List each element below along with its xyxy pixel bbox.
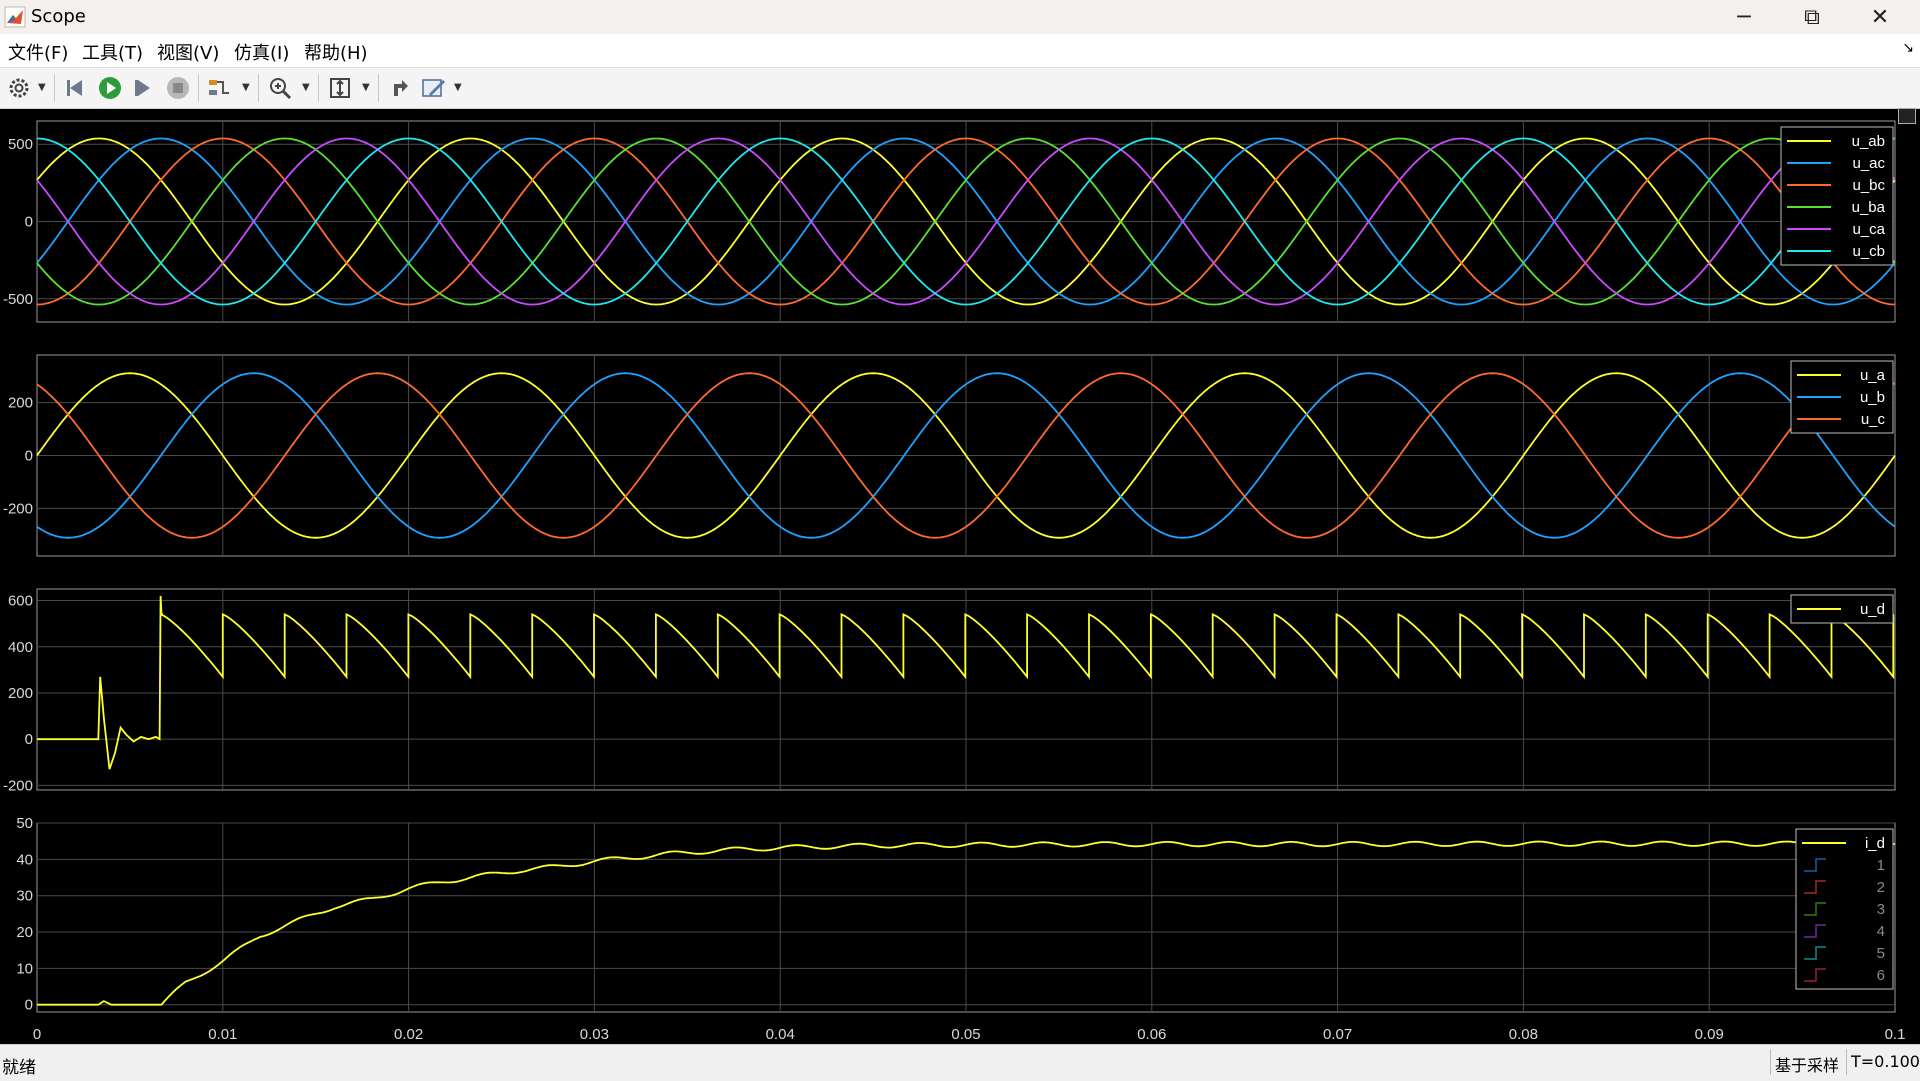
legend-label-4: 4 (1877, 923, 1885, 940)
zoom-in-icon[interactable] (266, 73, 294, 103)
y-tick-label: -200 (3, 500, 33, 517)
y-tick-label: 0 (25, 214, 33, 231)
window-title: Scope (31, 6, 86, 27)
y-tick-label: 0 (25, 731, 33, 748)
undock-icon[interactable] (1898, 108, 1916, 124)
chevron-down-icon[interactable]: ▼ (38, 82, 46, 93)
y-tick-label: 400 (8, 639, 33, 656)
legend-label-u_c: u_c (1861, 411, 1886, 428)
close-button[interactable]: ✕ (1848, 0, 1912, 34)
toolbar-separator (318, 74, 319, 102)
menu-tools[interactable]: 工具(T) (82, 39, 143, 65)
x-tick-label: 0.07 (1323, 1026, 1352, 1043)
y-tick-label: 50 (16, 815, 33, 832)
status-text: 就绪 (2, 1058, 36, 1078)
signal-trigger-icon[interactable] (206, 73, 234, 103)
legend-label-u_ba: u_ba (1852, 199, 1886, 216)
legend-label-u_ab: u_ab (1852, 133, 1885, 150)
menu-bar: 文件(F) 工具(T) 视图(V) 仿真(I) 帮助(H) ↘ (0, 34, 1920, 66)
y-tick-label: 0 (25, 997, 33, 1014)
x-tick-label: 0.05 (951, 1026, 980, 1043)
toolbar-separator (258, 74, 259, 102)
sample-mode-label: 基于采样 (1770, 1049, 1846, 1075)
step-forward-icon[interactable] (130, 73, 158, 103)
legend-label-1: 1 (1877, 857, 1885, 874)
scope-plot-area[interactable]: 500 0 -500 u_ab u_ac u_bc u_ba u_ca u_cb 200 0 -200… (0, 109, 1920, 1044)
chevron-down-icon[interactable]: ▼ (242, 82, 250, 93)
menu-file[interactable]: 文件(F) (8, 39, 68, 65)
legend-label-u_cb: u_cb (1852, 243, 1885, 260)
y-tick-label: 30 (16, 888, 33, 905)
legend-label-u_bc: u_bc (1852, 177, 1885, 194)
legend-label-u_ac: u_ac (1852, 155, 1885, 172)
simulation-time: T=0.100 (1846, 1049, 1920, 1075)
y-tick-label: 200 (8, 395, 33, 412)
y-tick-label: -500 (3, 291, 33, 308)
x-tick-label: 0.09 (1695, 1026, 1724, 1043)
measure-pen-icon[interactable] (420, 73, 448, 103)
y-tick-label: 0 (25, 448, 33, 465)
step-back-icon[interactable] (62, 73, 90, 103)
y-tick-label: -200 (3, 777, 33, 794)
y-tick-label: 200 (8, 685, 33, 702)
legend-label-i_d: i_d (1865, 835, 1885, 852)
highlight-block-icon[interactable] (386, 73, 414, 103)
chevron-down-icon[interactable]: ▼ (454, 82, 462, 93)
legend-label-5: 5 (1877, 945, 1885, 962)
legend-label-u_d: u_d (1860, 601, 1885, 618)
chevron-down-icon[interactable]: ▼ (302, 82, 310, 93)
run-icon[interactable] (96, 73, 124, 103)
y-tick-label: 10 (16, 960, 33, 977)
y-tick-label: 600 (8, 593, 33, 610)
toolbar-separator (54, 74, 55, 102)
x-tick-label: 0.01 (208, 1026, 237, 1043)
matlab-logo-icon (4, 6, 26, 28)
x-tick-label: 0.02 (394, 1026, 423, 1043)
x-tick-label: 0.04 (766, 1026, 795, 1043)
x-tick-label: 0.03 (580, 1026, 609, 1043)
toolbar-separator (378, 74, 379, 102)
toolbar-separator (198, 74, 199, 102)
menu-view[interactable]: 视图(V) (157, 39, 219, 65)
collapse-arrow-icon[interactable]: ↘ (1902, 40, 1914, 56)
y-tick-label: 500 (8, 136, 33, 153)
legend-label-u_b: u_b (1860, 389, 1885, 406)
restore-button[interactable]: ⧉ (1780, 0, 1844, 34)
legend-label-u_a: u_a (1860, 367, 1886, 384)
autoscale-icon[interactable] (326, 73, 354, 103)
chevron-down-icon[interactable]: ▼ (362, 82, 370, 93)
x-tick-label: 0.06 (1137, 1026, 1166, 1043)
y-tick-label: 20 (16, 924, 33, 941)
title-bar: Scope ─ ⧉ ✕ (0, 0, 1920, 34)
legend-label-6: 6 (1877, 967, 1885, 984)
legend-label-u_ca: u_ca (1852, 221, 1885, 238)
x-tick-label: 0 (33, 1026, 41, 1043)
x-tick-label: 0.1 (1885, 1026, 1906, 1043)
settings-gear-icon[interactable] (6, 73, 32, 103)
menu-simulation[interactable]: 仿真(I) (234, 39, 289, 65)
status-bar: 就绪 基于采样 T=0.100 (0, 1044, 1920, 1081)
stop-icon[interactable] (164, 73, 192, 103)
menu-help[interactable]: 帮助(H) (304, 39, 368, 65)
toolbar: ▼ ▼ ▼ ▼ ▼ (0, 67, 1920, 109)
minimize-button[interactable]: ─ (1712, 0, 1776, 34)
scope-plots[interactable]: 5000-500u_abu_acu_bcu_bau_cau_cb2000-200… (0, 109, 1920, 1044)
legend-label-2: 2 (1877, 879, 1885, 896)
y-tick-label: 40 (16, 851, 33, 868)
x-tick-label: 0.08 (1509, 1026, 1538, 1043)
legend-label-3: 3 (1877, 901, 1885, 918)
